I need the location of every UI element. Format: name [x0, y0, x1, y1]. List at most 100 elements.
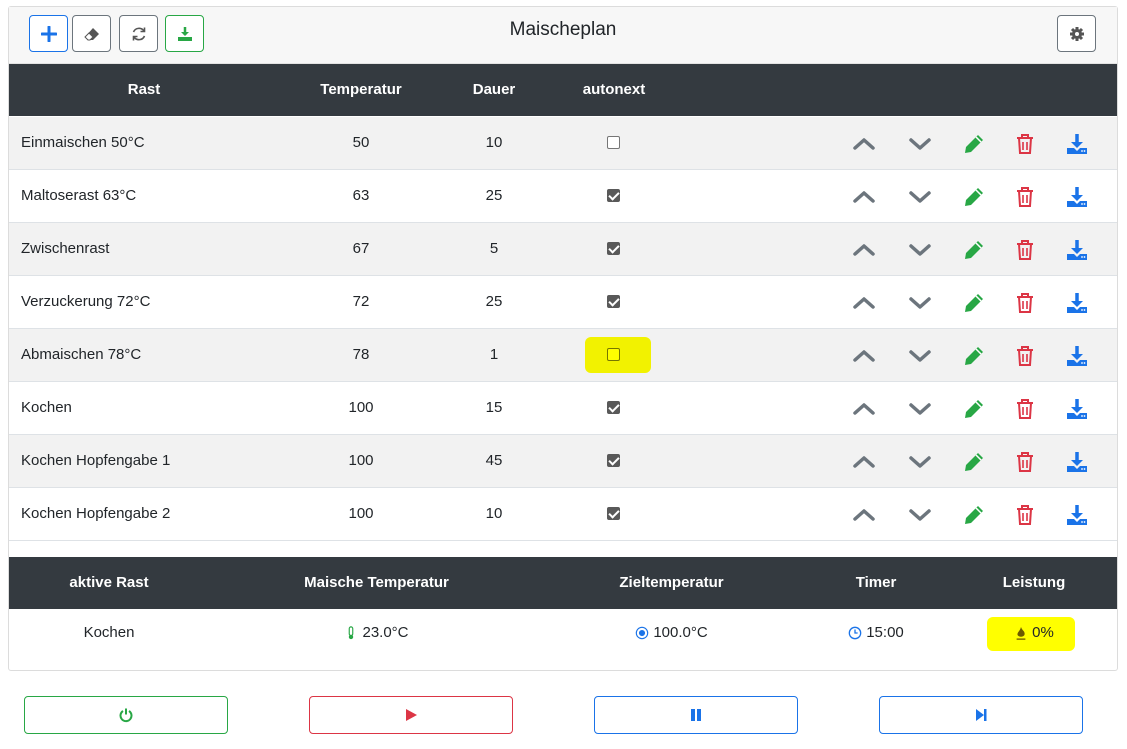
- delete-button[interactable]: [1012, 396, 1038, 422]
- pencil-icon: [965, 294, 983, 312]
- power-value: 0%: [989, 624, 1079, 641]
- row-download-button[interactable]: [1064, 131, 1090, 157]
- move-down-button[interactable]: [907, 290, 933, 316]
- target-temp-text: 100.0°C: [653, 624, 708, 641]
- download-icon: [1067, 505, 1087, 525]
- chevron-down-icon: [909, 403, 931, 415]
- chevron-up-icon: [853, 244, 875, 256]
- edit-button[interactable]: [961, 237, 987, 263]
- plus-icon: [40, 25, 57, 42]
- move-up-button[interactable]: [851, 237, 877, 263]
- autonext-checkbox[interactable]: [607, 295, 620, 308]
- autonext-checkbox[interactable]: [607, 242, 620, 255]
- refresh-button[interactable]: [119, 15, 158, 52]
- delete-button[interactable]: [1012, 184, 1038, 210]
- power-icon: [119, 708, 133, 723]
- mash-temp-text: 23.0°C: [362, 624, 409, 641]
- autonext-checkbox[interactable]: [607, 401, 620, 414]
- skip-button[interactable]: [879, 696, 1083, 734]
- settings-button[interactable]: [1057, 15, 1096, 52]
- row-download-button[interactable]: [1064, 184, 1090, 210]
- edit-button[interactable]: [961, 131, 987, 157]
- rast-duration: 45: [485, 452, 503, 469]
- move-up-button[interactable]: [851, 290, 877, 316]
- rast-name: Verzuckerung 72°C: [21, 293, 151, 310]
- col-timer: Timer: [855, 574, 897, 591]
- delete-button[interactable]: [1012, 290, 1038, 316]
- edit-button[interactable]: [961, 502, 987, 528]
- edit-button[interactable]: [961, 184, 987, 210]
- play-icon: [406, 709, 417, 721]
- chevron-up-icon: [853, 191, 875, 203]
- col-maische-temperatur: Maische Temperatur: [304, 574, 449, 591]
- row-download-button[interactable]: [1064, 343, 1090, 369]
- row-download-button[interactable]: [1064, 290, 1090, 316]
- move-up-button[interactable]: [851, 449, 877, 475]
- eraser-icon: [83, 27, 99, 40]
- chevron-up-icon: [853, 403, 875, 415]
- row-download-button[interactable]: [1064, 449, 1090, 475]
- target-temp-value: 100.0°C: [604, 624, 739, 641]
- move-up-button[interactable]: [851, 396, 877, 422]
- clear-button[interactable]: [72, 15, 111, 52]
- pencil-icon: [965, 453, 983, 471]
- rast-temperature: 67: [352, 240, 370, 257]
- rast-duration: 10: [485, 505, 503, 522]
- play-button[interactable]: [309, 696, 513, 734]
- move-up-button[interactable]: [851, 131, 877, 157]
- autonext-checkbox[interactable]: [607, 507, 620, 520]
- rast-name: Zwischenrast: [21, 240, 110, 257]
- pause-icon: [691, 709, 701, 721]
- move-down-button[interactable]: [907, 449, 933, 475]
- rast-name: Kochen Hopfengabe 1: [21, 452, 171, 469]
- pencil-icon: [965, 506, 983, 524]
- rast-name: Maltoserast 63°C: [21, 187, 137, 204]
- move-up-button[interactable]: [851, 343, 877, 369]
- rast-name: Abmaischen 78°C: [21, 346, 142, 363]
- delete-button[interactable]: [1012, 343, 1038, 369]
- table-row: Zwischenrast 67 5: [9, 223, 1117, 276]
- edit-button[interactable]: [961, 449, 987, 475]
- edit-button[interactable]: [961, 343, 987, 369]
- move-up-button[interactable]: [851, 502, 877, 528]
- row-download-button[interactable]: [1064, 396, 1090, 422]
- move-down-button[interactable]: [907, 131, 933, 157]
- pause-button[interactable]: [594, 696, 798, 734]
- card-header: Maischeplan: [9, 7, 1117, 64]
- active-rast-value: Kochen: [49, 624, 169, 641]
- autonext-checkbox[interactable]: [607, 136, 620, 149]
- edit-button[interactable]: [961, 290, 987, 316]
- autonext-checkbox[interactable]: [607, 348, 620, 361]
- pencil-icon: [965, 347, 983, 365]
- col-aktive-rast: aktive Rast: [69, 574, 149, 591]
- delete-button[interactable]: [1012, 449, 1038, 475]
- pencil-icon: [965, 241, 983, 259]
- chevron-up-icon: [853, 350, 875, 362]
- refresh-icon: [132, 27, 145, 40]
- download-icon: [177, 26, 192, 41]
- download-icon: [1067, 293, 1087, 313]
- autonext-checkbox[interactable]: [607, 189, 620, 202]
- move-down-button[interactable]: [907, 396, 933, 422]
- delete-button[interactable]: [1012, 502, 1038, 528]
- chevron-down-icon: [909, 191, 931, 203]
- chevron-down-icon: [909, 509, 931, 521]
- rast-temperature: 100: [348, 452, 374, 469]
- move-down-button[interactable]: [907, 502, 933, 528]
- edit-button[interactable]: [961, 396, 987, 422]
- delete-button[interactable]: [1012, 237, 1038, 263]
- autonext-checkbox[interactable]: [607, 454, 620, 467]
- download-button[interactable]: [165, 15, 204, 52]
- row-download-button[interactable]: [1064, 237, 1090, 263]
- row-download-button[interactable]: [1064, 502, 1090, 528]
- rast-name: Einmaischen 50°C: [21, 134, 145, 151]
- delete-button[interactable]: [1012, 131, 1038, 157]
- move-up-button[interactable]: [851, 184, 877, 210]
- power-text: 0%: [1032, 624, 1054, 641]
- table-row: Kochen 100 15: [9, 382, 1117, 435]
- move-down-button[interactable]: [907, 237, 933, 263]
- move-down-button[interactable]: [907, 343, 933, 369]
- add-button[interactable]: [29, 15, 68, 52]
- power-button[interactable]: [24, 696, 228, 734]
- move-down-button[interactable]: [907, 184, 933, 210]
